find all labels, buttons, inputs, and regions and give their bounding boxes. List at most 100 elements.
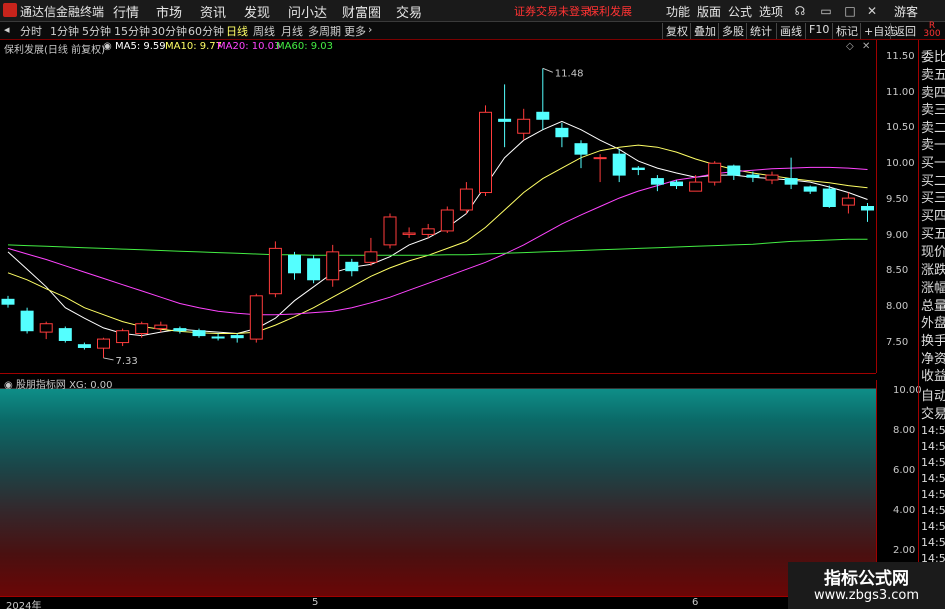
indicator-area[interactable] [0,389,876,596]
menu-market[interactable]: 市场 [156,2,182,21]
nav-back-icon[interactable]: ◂ [4,23,10,36]
price-tick: 9.50 [886,194,909,205]
period-intraday[interactable]: 分时 [20,23,42,39]
quote-label[interactable]: 买三 [921,187,945,206]
menu-trade[interactable]: 交易 [396,2,422,21]
period-monthly[interactable]: 月线 [281,23,303,39]
menu-news[interactable]: 资讯 [200,2,226,21]
tool-f10[interactable]: F10 [805,23,829,39]
period-daily[interactable]: 日线 [226,23,248,39]
indicator-tick: 8.00 [893,425,916,436]
candle-up [708,162,722,183]
period-multi[interactable]: 多周期 [308,23,341,39]
low-marker [103,357,114,361]
candle-up [268,247,282,295]
candle-down [536,111,550,120]
candle-up [689,181,703,192]
quote-label[interactable]: 换手 [921,330,945,349]
quote-label[interactable]: 涨幅 [921,277,945,296]
period-30min[interactable]: 30分钟 [151,23,187,39]
chevron-right-icon[interactable]: › [368,23,372,36]
quote-column: 委比 卖五 卖四 卖三 卖二 卖一 买一 买二 买三 买四 买五 现价 涨跌 涨… [918,40,945,384]
ma10-label: MA10: 9.77 [165,41,223,52]
menu-discover[interactable]: 发现 [244,2,270,21]
quote-label[interactable]: 涨跌 [921,259,945,278]
tool-draw-line[interactable]: 画线 [776,23,802,39]
price-tick: 11.50 [886,51,915,62]
menu-formula[interactable]: 公式 [728,3,752,20]
trade-time: 14:56 [921,456,945,469]
ma20-line [7,166,868,316]
quote-label[interactable]: 外盘 [921,312,945,331]
candle-down [555,127,569,138]
candle-down [58,328,72,341]
menu-options[interactable]: 选项 [759,3,783,20]
quote-label[interactable]: 买五 [921,223,945,242]
candle-down [784,178,798,185]
quote-label[interactable]: 买四 [921,205,945,224]
trade-time: 14:56 [921,520,945,533]
account-status[interactable]: 证券交易未登录 [514,3,591,19]
quote-label[interactable]: 卖一 [921,134,945,153]
candle-up [593,157,607,160]
menu-assistant[interactable]: 问小达 [288,2,327,21]
quote-label[interactable]: 委比 [921,46,945,65]
candle-down [192,330,206,337]
menu-functions[interactable]: 功能 [666,3,690,20]
tool-return[interactable]: 返回 [890,23,916,39]
quote-label[interactable]: 卖三 [921,99,945,118]
candle-down [173,328,187,332]
tool-multi-stock[interactable]: 多股 [718,23,744,39]
quote-label[interactable]: 现价 [921,241,945,260]
guest-label[interactable]: 游客 [894,3,918,20]
period-60min[interactable]: 60分钟 [188,23,224,39]
period-toolbar: ◂ 分时 1分钟 5分钟 15分钟 30分钟 60分钟 日线 周线 月线 多周期… [0,22,945,40]
chart-header: 保利发展(日线 前复权) ◉ MA5: 9.59 MA10: 9.77 MA20… [0,41,880,56]
period-15min[interactable]: 15分钟 [114,23,150,39]
candle-up [326,251,340,281]
trade-time: 14:56 [921,536,945,549]
tool-overlay[interactable]: 叠加 [690,23,716,39]
auto-label[interactable]: 自动 [921,385,945,404]
quote-label[interactable]: 卖五 [921,64,945,83]
period-5min[interactable]: 5分钟 [82,23,111,39]
candlestick-chart[interactable]: 11.48 7.33 [0,40,876,373]
candle-up [135,323,149,335]
price-tick: 7.50 [886,337,909,348]
ma20-label: MA20: 10.03 [217,41,281,52]
candle-down [345,261,359,272]
date-label: 2024年 [6,601,42,609]
candle-up [517,118,531,134]
maximize-icon[interactable]: □ [842,3,858,19]
candle-up [459,188,473,211]
corner-tag: R 300 [921,22,943,39]
quote-label[interactable]: 买一 [921,152,945,171]
minimize-icon[interactable]: ▭ [818,3,834,19]
tool-adjust[interactable]: 复权 [662,23,688,39]
account-stock[interactable]: 保利发展 [588,3,632,19]
indicator-header: ◉ 股朋指标网 XG: 0.00 [0,373,876,391]
diamond-icon[interactable]: ◇ [846,41,854,52]
indicator-tick: 6.00 [893,465,916,476]
tool-mark[interactable]: 标记 [832,23,858,39]
close-pane-icon[interactable]: ✕ [862,41,870,52]
menu-layout[interactable]: 版面 [697,3,721,20]
close-icon[interactable]: ✕ [864,3,880,19]
candle-down [211,336,225,339]
low-price-label: 7.33 [116,356,138,367]
candle-up [421,228,435,235]
candle-down [670,181,683,187]
period-weekly[interactable]: 周线 [253,23,275,39]
headset-icon[interactable]: ☊ [792,3,808,19]
candle-down [498,118,512,122]
menu-wealth-circle[interactable]: 财富圈 [342,2,381,21]
period-1min[interactable]: 1分钟 [50,23,79,39]
tool-statistics[interactable]: 统计 [746,23,772,39]
date-axis: 2024年 5 6 [0,596,876,609]
candle-up [39,323,53,333]
trade-time: 14:56 [921,472,945,485]
menu-market-quotes[interactable]: 行情 [113,2,139,21]
ma-toggle-icon[interactable]: ◉ [103,41,112,52]
trade-label[interactable]: 交易 [921,403,945,422]
period-more[interactable]: 更多 [344,23,366,39]
